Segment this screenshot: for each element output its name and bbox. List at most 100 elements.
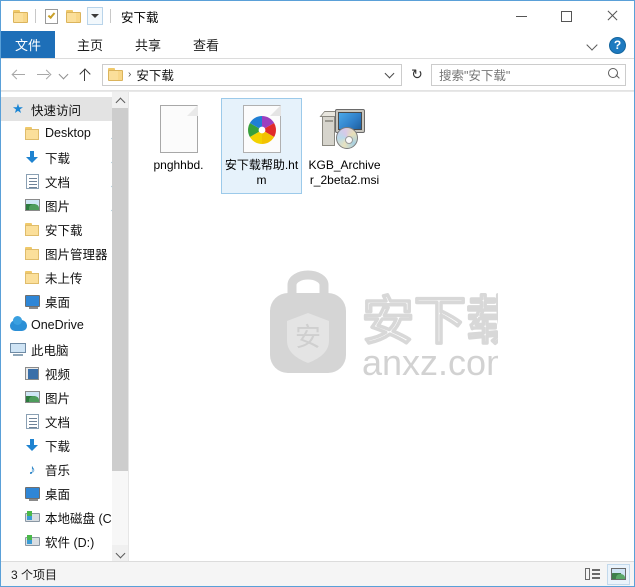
nav-item-label: 本地磁盘 (C [45, 511, 112, 526]
scroll-down-icon[interactable] [112, 545, 128, 561]
nav-item-label: 音乐 [45, 463, 71, 478]
nav-item-10[interactable]: 此电脑 [1, 337, 128, 361]
nav-item-17[interactable]: 本地磁盘 (C [1, 505, 128, 529]
nav-item-11[interactable]: 视频 [1, 361, 128, 385]
search-box[interactable]: 搜索"安下载" [431, 63, 626, 86]
folder-icon [23, 220, 41, 238]
disk-icon [23, 508, 41, 526]
close-button[interactable] [589, 1, 634, 31]
watermark-graphic: 安 安下载 anxz.com [269, 270, 498, 383]
nav-item-18[interactable]: 软件 (D:) [1, 529, 128, 553]
nav-item-label: 安下载 [45, 223, 83, 238]
tab-home[interactable]: 主页 [61, 31, 119, 58]
toolbar-divider-2 [110, 9, 111, 23]
nav-item-16[interactable]: 桌面 [1, 481, 128, 505]
breadcrumb-current-folder[interactable]: 安下载 [136, 65, 174, 84]
address-breadcrumb-bar[interactable]: › 安下载 [102, 63, 402, 86]
nav-item-3[interactable]: 文档📌 [1, 169, 128, 193]
svg-text:anxz.com: anxz.com [362, 342, 498, 383]
nav-item-label: 下载 [45, 151, 71, 166]
nav-item-12[interactable]: 图片 [1, 385, 128, 409]
file-item-pnghhbd[interactable]: pnghhbd. [138, 98, 219, 194]
scroll-up-icon[interactable] [112, 92, 128, 108]
nav-item-5[interactable]: 安下载 [1, 217, 128, 241]
this-pc-icon [9, 340, 27, 358]
nav-item-label: 此电脑 [31, 343, 69, 358]
minimize-button[interactable] [499, 1, 544, 31]
folder-icon [23, 124, 41, 142]
tab-file[interactable]: 文件 [1, 31, 56, 58]
properties-icon[interactable] [40, 5, 62, 27]
nav-item-label: 桌面 [45, 487, 71, 502]
documents-icon [23, 172, 41, 190]
address-bar-row: › 安下载 ↻ 搜索"安下载" [1, 59, 634, 91]
nav-item-label: Desktop [45, 126, 91, 140]
file-list-pane[interactable]: pnghhbd. 安下载帮助.htm KGB_Archiver_2beta2.m… [129, 92, 634, 561]
file-explorer-window: 安下载 文件 主页 共享 查看 ? › 安下载 ↻ 搜索"安下载" ★ 快速访问… [0, 0, 635, 587]
new-folder-icon[interactable] [62, 5, 84, 27]
folder-icon [23, 268, 41, 286]
scrollbar-track[interactable] [112, 108, 128, 545]
documents-icon [23, 412, 41, 430]
nav-item-label: 图片管理器 [45, 247, 108, 262]
maximize-button[interactable] [544, 1, 589, 31]
navigation-scrollbar[interactable] [112, 92, 128, 561]
nav-item-label: 文档 [45, 175, 71, 190]
toolbar-divider [35, 9, 36, 23]
tab-view[interactable]: 查看 [177, 31, 235, 58]
nav-item-9[interactable]: OneDrive [1, 313, 128, 337]
navigation-pane: ★ 快速访问 Desktop📌下载📌文档📌图片📌 安下载图片管理器未上传桌面 OneDr… [1, 92, 129, 561]
html-document-icon [236, 103, 288, 155]
forward-button[interactable] [31, 63, 55, 87]
recent-locations-button[interactable] [55, 63, 72, 87]
nav-item-6[interactable]: 图片管理器 [1, 241, 128, 265]
desktop-icon [23, 484, 41, 502]
nav-item-2[interactable]: 下载📌 [1, 145, 128, 169]
nav-item-4[interactable]: 图片📌 [1, 193, 128, 217]
chevron-down-icon[interactable] [585, 37, 601, 53]
details-view-button[interactable] [581, 564, 604, 585]
tab-share[interactable]: 共享 [119, 31, 177, 58]
breadcrumb-separator: › [128, 69, 132, 80]
window-title: 安下载 [121, 10, 159, 25]
up-button[interactable] [72, 63, 96, 87]
scrollbar-thumb[interactable] [112, 108, 128, 471]
back-button[interactable] [7, 63, 31, 87]
star-icon: ★ [12, 101, 24, 116]
search-icon[interactable] [608, 68, 621, 81]
explorer-body: ★ 快速访问 Desktop📌下载📌文档📌图片📌 安下载图片管理器未上传桌面 OneDr… [1, 91, 634, 561]
nav-item-0[interactable]: ★ 快速访问 [1, 97, 128, 121]
nav-item-label: 图片 [45, 391, 71, 406]
onedrive-icon [9, 315, 27, 334]
item-count-label: 3 个项目 [11, 567, 58, 582]
nav-item-label: 桌面 [45, 295, 71, 310]
file-item-kgb-archiver-msi[interactable]: KGB_Archiver_2beta2.msi [304, 98, 385, 194]
quick-access-toolbar: 安下载 [1, 5, 159, 27]
view-mode-buttons [581, 563, 630, 585]
customize-dropdown-icon[interactable] [84, 5, 106, 27]
downloads-icon [23, 148, 41, 166]
nav-item-7[interactable]: 未上传 [1, 265, 128, 289]
nav-item-label: 快速访问 [31, 103, 82, 118]
videos-icon [23, 364, 41, 382]
ribbon-tab-bar: 文件 主页 共享 查看 ? [1, 31, 634, 59]
disk-icon [23, 532, 41, 550]
breadcrumb-folder-icon [108, 68, 123, 81]
chevron-down-icon-address[interactable] [381, 65, 399, 85]
large-icons-view-button[interactable] [607, 563, 630, 585]
help-icon[interactable]: ? [609, 36, 626, 54]
nav-item-8[interactable]: 桌面 [1, 289, 128, 313]
nav-item-13[interactable]: 文档 [1, 409, 128, 433]
nav-item-1[interactable]: Desktop📌 [1, 121, 128, 145]
file-item-anxiazai-help-htm[interactable]: 安下载帮助.htm [221, 98, 302, 194]
nav-item-14[interactable]: 下载 [1, 433, 128, 457]
window-controls [499, 1, 634, 31]
search-input[interactable]: 搜索"安下载" [439, 65, 608, 84]
folder-icon [23, 244, 41, 262]
refresh-icon[interactable]: ↻ [406, 64, 428, 86]
file-items-container: pnghhbd. 安下载帮助.htm KGB_Archiver_2beta2.m… [129, 92, 634, 194]
folder-icon[interactable] [9, 5, 31, 27]
file-name: 安下载帮助.htm [224, 158, 299, 187]
file-name: KGB_Archiver_2beta2.msi [308, 158, 381, 187]
nav-item-15[interactable]: ♪ 音乐 [1, 457, 128, 481]
